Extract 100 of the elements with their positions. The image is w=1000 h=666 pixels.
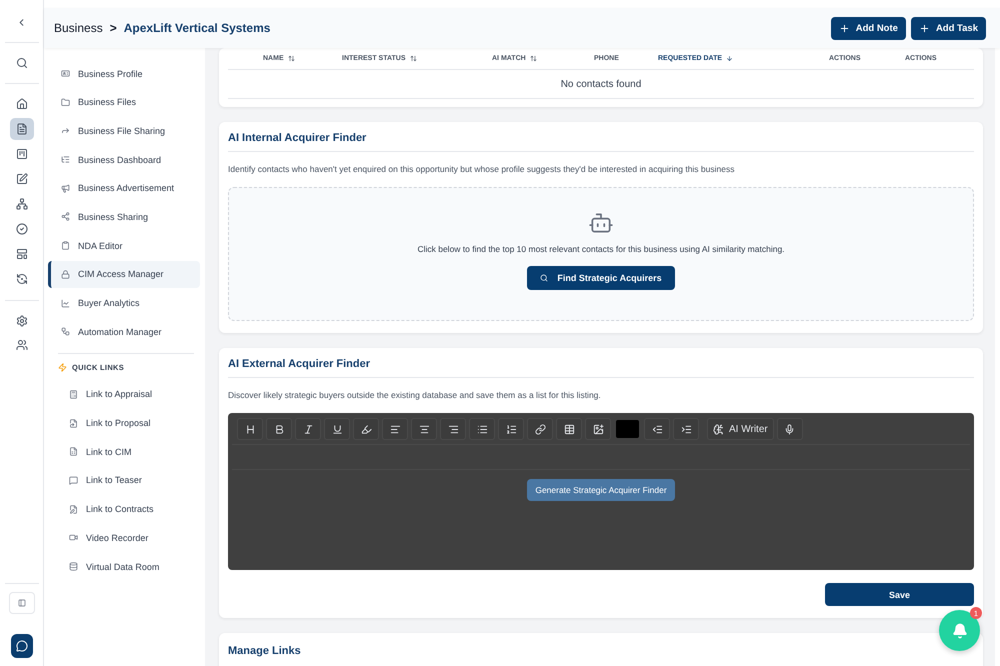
chat-icon xyxy=(69,476,78,485)
card-title: AI External Acquirer Finder xyxy=(228,358,974,378)
align-left-icon xyxy=(390,424,400,434)
board-icon xyxy=(16,148,28,160)
card-title: Manage Links xyxy=(228,645,302,659)
highlighter-icon xyxy=(360,424,372,434)
document-icon xyxy=(16,123,28,135)
logo-icon[interactable] xyxy=(10,634,32,658)
sidebar-item[interactable]: Business Dashboard xyxy=(48,146,200,174)
breadcrumb-link[interactable]: Business xyxy=(54,21,103,35)
sort-icon[interactable] xyxy=(530,55,537,62)
id-card-icon xyxy=(61,69,70,78)
sort-icon[interactable] xyxy=(410,55,417,62)
nav-rail-button[interactable] xyxy=(10,118,34,140)
toolbar-button[interactable] xyxy=(324,418,350,440)
toolbar-button[interactable] xyxy=(498,418,524,440)
users-icon xyxy=(16,339,28,351)
toolbar-button[interactable] xyxy=(266,418,292,440)
quick-link[interactable]: Link to Contracts xyxy=(48,496,200,523)
toolbar-button[interactable] xyxy=(295,418,321,440)
check-circle-icon xyxy=(16,223,28,235)
plus-icon xyxy=(838,22,850,34)
link-icon xyxy=(534,424,546,434)
sidebar-item[interactable]: Business File Sharing xyxy=(48,117,200,144)
bold-icon xyxy=(274,424,284,434)
image-add-icon xyxy=(592,424,604,434)
toolbar-button[interactable] xyxy=(411,418,437,440)
heading-icon xyxy=(244,424,256,434)
quick-link[interactable]: Link to Proposal xyxy=(48,410,200,437)
generate-button[interactable]: Generate Strategic Acquirer Finder xyxy=(527,479,675,501)
calculator-icon xyxy=(69,390,78,399)
add-task-button[interactable]: Add Task xyxy=(910,16,986,40)
clipboard-icon xyxy=(61,241,70,250)
microphone-icon xyxy=(784,424,796,434)
toolbar-button[interactable] xyxy=(673,418,699,440)
sidebar-item[interactable]: Automation Manager xyxy=(48,318,200,346)
table-icon xyxy=(564,424,574,434)
workflow-icon xyxy=(61,327,70,336)
card-description: Discover likely strategic buyers outside the existing database and save them as a list for this listing. xyxy=(228,390,602,400)
sidebar-item[interactable]: Business Advertisement xyxy=(48,174,200,202)
underline-icon xyxy=(332,424,342,434)
sidebar-item[interactable]: CIM Access Manager xyxy=(48,260,200,288)
plus-icon xyxy=(918,22,930,34)
line-chart-icon xyxy=(61,298,70,308)
database-icon xyxy=(69,562,78,571)
network-icon xyxy=(16,198,28,210)
indent-icon xyxy=(680,424,692,434)
refresh-icon xyxy=(16,273,28,285)
lightning-icon xyxy=(58,363,67,372)
video-icon xyxy=(69,533,78,542)
file-edit-icon xyxy=(69,504,78,514)
prompt-text: Click below to find the top 10 most relevant contacts for this business using AI similarity matching. xyxy=(417,244,785,254)
search-icon xyxy=(540,274,548,282)
forward-icon xyxy=(61,126,70,136)
italic-icon xyxy=(302,424,314,434)
add-note-button[interactable]: Add Note xyxy=(830,16,906,40)
bell-icon xyxy=(952,622,968,638)
search-icon xyxy=(16,57,28,69)
share-icon xyxy=(61,212,70,222)
toolbar-button[interactable] xyxy=(353,418,379,440)
card-description: Identify contacts who haven't yet enquired on this opportunity but whose profile suggests they'd be interested in acquiring this business xyxy=(228,164,736,174)
color-swatch[interactable] xyxy=(616,420,639,438)
panel-toggle-button[interactable] xyxy=(8,592,34,614)
toolbar-button[interactable] xyxy=(585,418,611,440)
toolbar-button[interactable] xyxy=(556,418,582,440)
home-icon xyxy=(16,98,28,110)
sort-icon[interactable] xyxy=(288,55,295,62)
find-acquirers-button[interactable]: Find Strategic Acquirers xyxy=(527,266,675,290)
save-button[interactable]: Save xyxy=(825,583,974,606)
toolbar-button[interactable] xyxy=(527,418,553,440)
lock-icon xyxy=(61,270,70,279)
toolbar-button[interactable] xyxy=(469,418,495,440)
toolbar-button[interactable] xyxy=(382,418,408,440)
quick-link[interactable]: Link to Teaser xyxy=(48,466,200,494)
quick-link[interactable]: Link to Appraisal xyxy=(48,380,200,408)
sort-down-icon[interactable] xyxy=(726,55,734,62)
quick-link[interactable]: Virtual Data Room xyxy=(48,553,200,580)
spreadsheet-icon xyxy=(69,447,78,456)
sidebar-item[interactable]: Business Files xyxy=(48,88,200,116)
panel-icon xyxy=(18,599,26,607)
breadcrumb-current: ApexLift Vertical Systems xyxy=(124,21,270,35)
toolbar-button[interactable] xyxy=(644,418,670,440)
align-center-icon xyxy=(418,424,430,434)
quick-link[interactable]: Link to CIM xyxy=(48,438,200,466)
list-icon xyxy=(61,155,70,164)
ai-writer-button[interactable]: AI Writer xyxy=(707,418,774,440)
folder-icon xyxy=(61,98,70,107)
text-editor[interactable]: AI Writer Generate Strategic Acquirer Finder xyxy=(228,413,974,570)
megaphone-icon xyxy=(61,184,70,193)
align-right-icon xyxy=(448,424,458,434)
quick-link[interactable]: Video Recorder xyxy=(48,524,200,552)
toolbar-button[interactable] xyxy=(440,418,466,440)
breadcrumb-separator: > xyxy=(110,21,117,35)
sidebar-item[interactable]: Business Sharing xyxy=(48,203,200,230)
sidebar-item[interactable]: Business Profile xyxy=(48,60,200,87)
sidebar-item[interactable]: Buyer Analytics xyxy=(48,290,200,316)
toolbar-button[interactable] xyxy=(237,418,263,440)
toolbar-button[interactable] xyxy=(776,418,803,440)
sidebar-item[interactable]: NDA Editor xyxy=(48,232,200,260)
outdent-icon xyxy=(652,424,662,434)
